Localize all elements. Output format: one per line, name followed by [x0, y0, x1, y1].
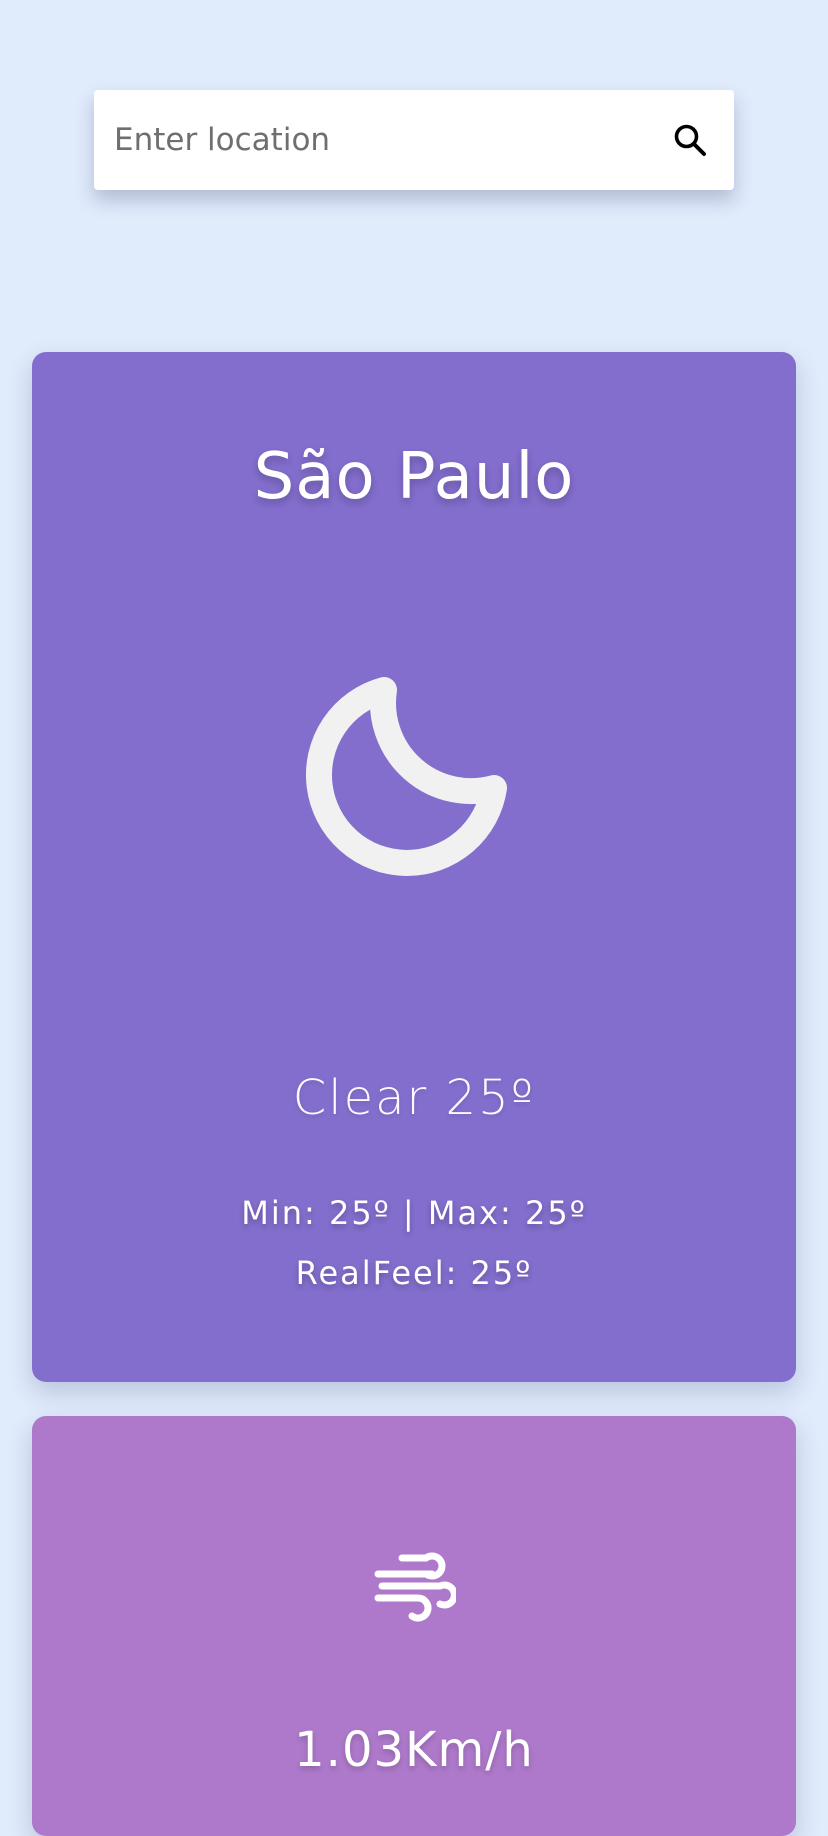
moon-icon [305, 677, 507, 876]
wind-speed: 1.03Km/h [294, 1722, 534, 1778]
search-bar [94, 90, 734, 190]
wind-icon [374, 1552, 456, 1622]
wind-card: 1.03Km/h [32, 1416, 796, 1836]
city-name: São Paulo [253, 440, 575, 514]
realfeel-temperature: RealFeel: 25º [295, 1254, 533, 1292]
location-search-input[interactable] [114, 110, 668, 170]
min-max-temperature: Min: 25º | Max: 25º [241, 1194, 587, 1232]
search-button[interactable] [668, 118, 712, 162]
weather-condition: Clear 25º [292, 1070, 536, 1126]
search-icon [674, 124, 706, 156]
weather-card: São Paulo Clear 25º Min: 25º | Max: 25º … [32, 352, 796, 1382]
